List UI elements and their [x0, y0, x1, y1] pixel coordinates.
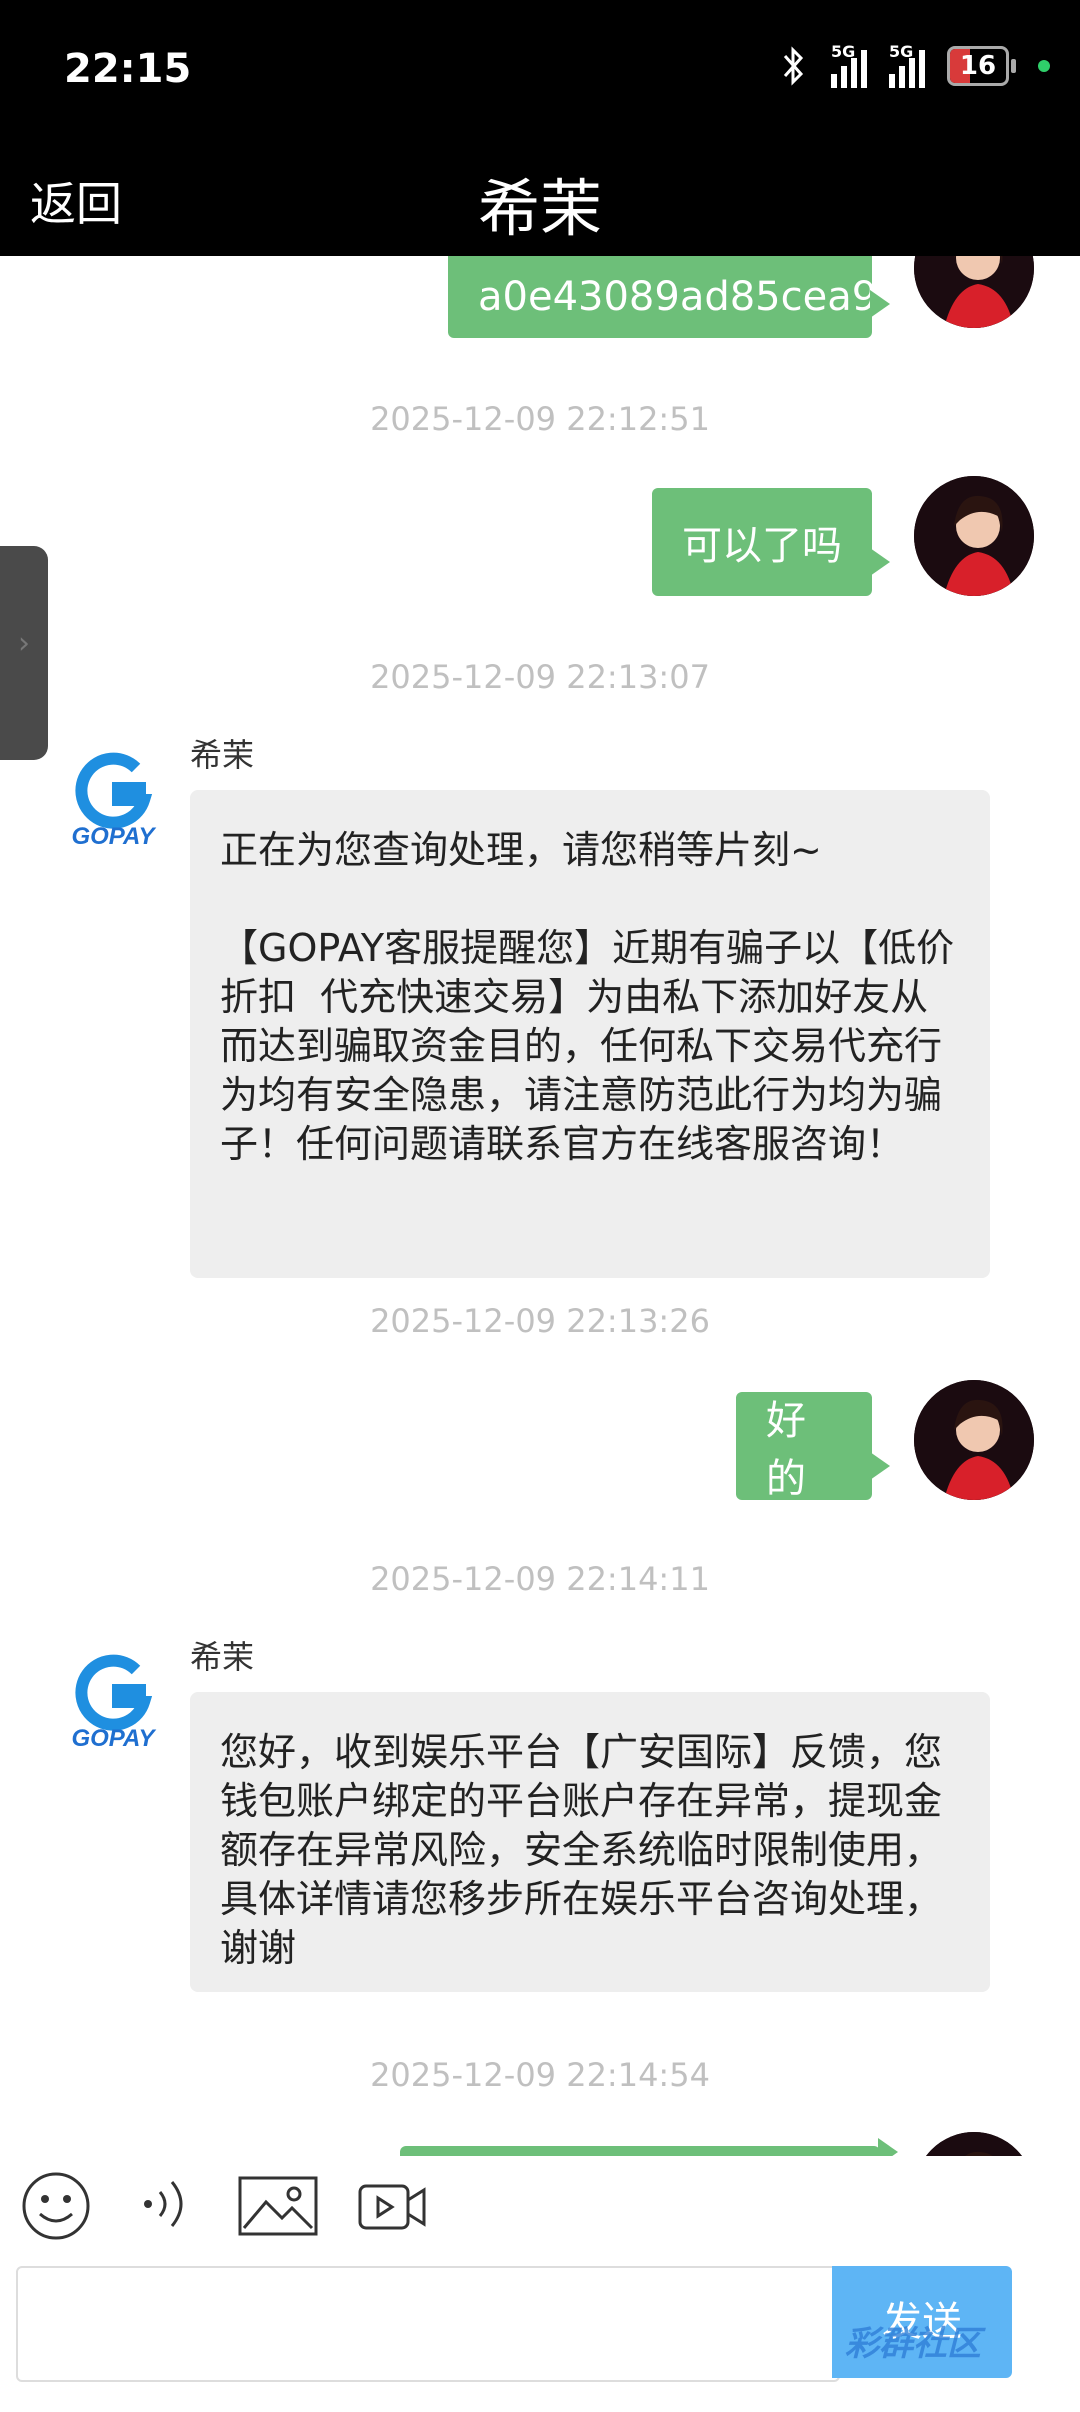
svg-text:GOPAY: GOPAY: [71, 823, 156, 848]
message-text: 好的: [766, 1398, 806, 1502]
chat-header: 返回 希茉: [0, 140, 1080, 256]
message-incoming[interactable]: 您好，收到娱乐平台【广安国际】反馈，您钱包账户绑定的平台账户存在异常，提现金额存…: [190, 1692, 990, 1992]
input-toolbar: 发送 彩群社区: [0, 2156, 1080, 2412]
message-outgoing[interactable]: 可以了吗: [652, 488, 890, 596]
timestamp: 2025-12-09 22:14:54: [370, 2056, 710, 2094]
user-avatar[interactable]: [914, 476, 1034, 596]
battery-icon: 16: [947, 46, 1016, 86]
signal-icon: 5G: [831, 42, 867, 88]
status-icons: 5G 5G 16: [779, 42, 1050, 88]
timestamp: 2025-12-09 22:14:11: [370, 1560, 710, 1598]
timestamp: 2025-12-09 22:13:07: [370, 658, 710, 696]
message-input[interactable]: [16, 2266, 840, 2382]
chat-area[interactable]: a0e43089ad85cea9 2025-12-09 22:12:51 可以了…: [0, 256, 1080, 2156]
user-avatar[interactable]: [914, 256, 1034, 328]
gopay-logo-avatar[interactable]: GOPAY: [58, 1640, 168, 1752]
voice-icon[interactable]: [140, 2174, 196, 2234]
message-text: a0e43089ad85cea9: [478, 274, 878, 320]
privacy-indicator: [1038, 60, 1050, 72]
message-outgoing[interactable]: 好的: [736, 1392, 890, 1502]
sender-name: 希茉: [190, 736, 255, 774]
sender-name: 希茉: [190, 1638, 255, 1676]
bluetooth-icon: [783, 46, 804, 86]
status-time: 22:15: [64, 46, 192, 92]
user-avatar[interactable]: [914, 1380, 1034, 1500]
svg-text:GOPAY: GOPAY: [71, 1725, 156, 1750]
message-outgoing-partial[interactable]: [400, 2138, 898, 2156]
video-icon[interactable]: [358, 2182, 426, 2232]
status-bar: 22:15 5G 5G 16: [0, 0, 1080, 140]
timestamp: 2025-12-09 22:12:51: [370, 400, 710, 438]
chat-title: 希茉: [477, 172, 602, 245]
message-incoming[interactable]: 正在为您查询处理，请您稍等片刻~ 【GOPAY客服提醒您】近期有骗子以【低价折扣…: [190, 790, 990, 1278]
user-avatar[interactable]: [914, 2132, 1034, 2156]
emoji-icon[interactable]: [20, 2170, 92, 2242]
watermark: 彩群社区: [845, 2324, 981, 2364]
message-outgoing[interactable]: a0e43089ad85cea9: [448, 256, 890, 338]
image-icon[interactable]: [238, 2176, 318, 2236]
signal-icon-2: 5G: [889, 42, 925, 88]
message-text: 可以了吗: [682, 523, 842, 569]
timestamp: 2025-12-09 22:13:26: [370, 1302, 710, 1340]
gopay-logo-avatar[interactable]: GOPAY: [58, 738, 168, 850]
side-drawer-handle[interactable]: [0, 546, 48, 760]
